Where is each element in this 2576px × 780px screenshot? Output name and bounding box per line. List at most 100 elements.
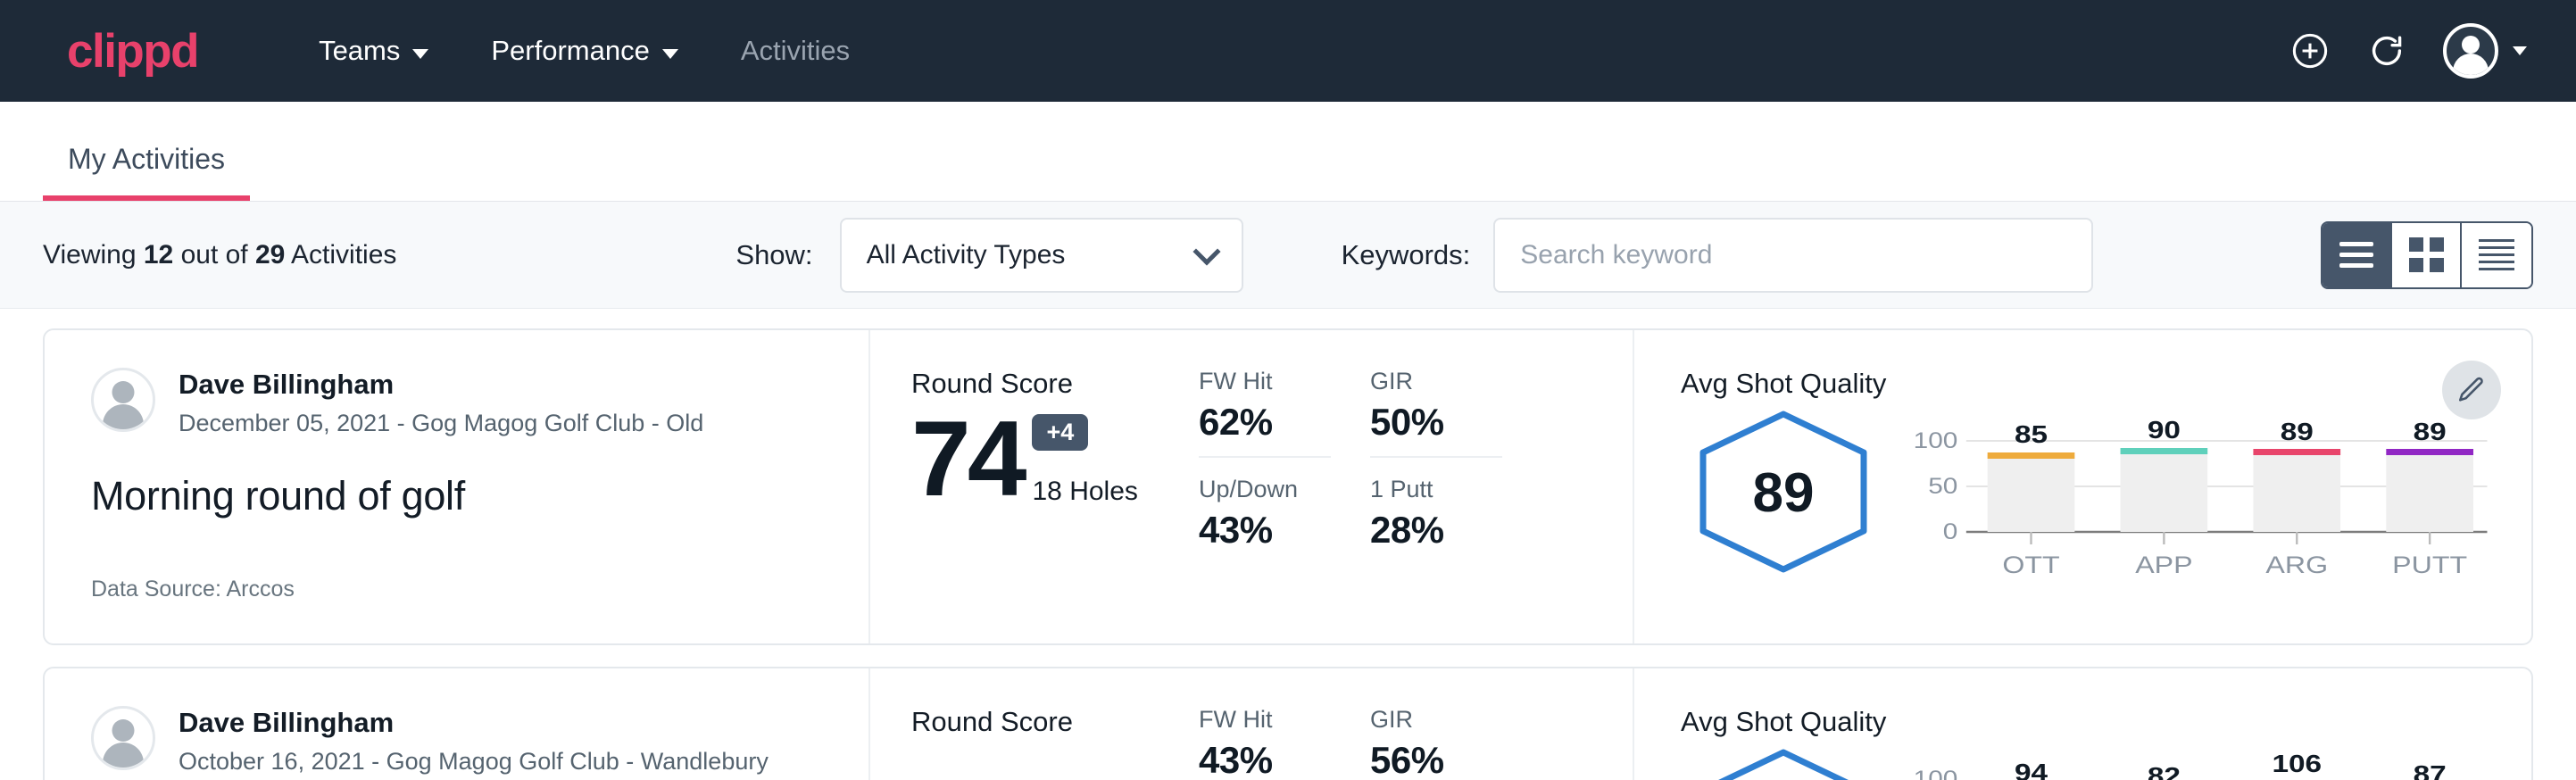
shot-quality-bar-chart: 100 94 82 106 87 [1886,742,2496,780]
avg-shot-quality-value: 89 [1753,462,1815,524]
nav-item-activities[interactable]: Activities [710,35,881,67]
stat-up-down-label: Up/Down [1199,476,1331,503]
chevron-down-icon [1192,237,1220,265]
viewing-middle: out of [173,240,255,270]
keywords-label: Keywords: [1342,239,1471,271]
view-mode-compact-button[interactable] [2462,223,2531,287]
bar-putt-value: 87 [2414,760,2447,780]
view-mode-toggle-group [2321,221,2533,289]
bar-app-value: 82 [2148,762,2181,780]
round-score-value-row: 74 +4 18 Holes [911,405,1199,512]
avg-shot-quality-column: Avg Shot Quality 100 94 82 [1633,668,2531,780]
keyword-filter-group: Keywords: [1342,218,2094,293]
bar-arg-label: ARG [2265,552,2328,578]
round-stats-column: FW Hit 43% GIR 56% [1199,668,1633,780]
account-menu[interactable] [2443,23,2527,79]
tab-bar: My Activities [0,102,2576,202]
stat-fw-hit-value: 62% [1199,401,1331,444]
avatar [91,706,155,770]
avg-shot-quality-heading: Avg Shot Quality [1681,706,2496,738]
plus-circle-icon[interactable] [2289,30,2331,71]
ytick-100: 100 [1914,427,1958,452]
round-score-column: Round Score 74 +4 18 Holes [870,330,1199,643]
stat-gir-value: 56% [1370,739,1502,780]
hexagon-badge-icon: 89 [1694,409,1873,575]
hexagon-badge-icon [1694,747,1873,780]
stat-up-down: Up/Down 43% [1199,458,1331,552]
nav-item-performance[interactable]: Performance [460,35,709,67]
bar-ott-value: 94 [2015,759,2048,780]
nav-item-teams-label: Teams [319,35,400,67]
ytick-100: 100 [1914,766,1958,780]
activity-summary-column: Dave Billingham December 05, 2021 - Gog … [45,330,870,643]
clippd-logo[interactable]: clippd [67,28,198,75]
stat-gir-label: GIR [1370,706,1502,734]
tab-my-activities[interactable]: My Activities [43,143,250,201]
bar-chart-svg: 100 50 0 85 OTT [1900,411,2496,585]
viewing-count: 12 [144,240,173,270]
holes-played-label: 18 Holes [1032,477,1137,507]
viewing-suffix: Activities [285,240,396,270]
refresh-icon[interactable] [2366,30,2407,71]
viewing-prefix: Viewing [43,240,144,270]
nav-item-performance-label: Performance [491,35,649,67]
ytick-0: 0 [1943,519,1958,544]
score-to-par-badge: +4 [1032,414,1088,451]
pencil-icon [2456,375,2487,405]
bar-putt-label: PUTT [2392,552,2467,578]
activity-card[interactable]: Dave Billingham December 05, 2021 - Gog … [43,328,2533,645]
top-navigation-bar: clippd Teams Performance Activities [0,0,2576,102]
activity-card[interactable]: Dave Billingham October 16, 2021 - Gog M… [43,667,2533,780]
activity-card-list: Dave Billingham December 05, 2021 - Gog … [0,309,2576,780]
bar-putt: 87 [2414,760,2447,780]
round-score-heading: Round Score [911,368,1199,400]
activity-author: Dave Billingham October 16, 2021 - Gog M… [91,706,826,776]
search-input[interactable] [1493,218,2093,293]
stat-gir: GIR 50% [1370,368,1502,458]
activity-type-select-value: All Activity Types [867,240,1197,270]
round-score-value: 74 [911,405,1023,512]
stat-one-putt-value: 28% [1370,509,1502,552]
ytick-50: 50 [1928,473,1957,498]
bar-chart-svg: 100 94 82 106 87 [1900,749,2496,780]
avg-shot-quality-hexagon: 89 [1681,403,1886,575]
bar-ott-label: OTT [2002,552,2059,578]
chevron-down-icon [412,49,428,59]
stat-up-down-value: 43% [1199,509,1331,552]
round-score-heading: Round Score [911,706,1199,738]
stat-fw-hit: FW Hit 43% [1199,706,1331,780]
stat-fw-hit-label: FW Hit [1199,368,1331,395]
round-score-column: Round Score [870,668,1199,780]
nav-actions [2289,23,2527,79]
stat-one-putt: 1 Putt 28% [1370,458,1502,552]
view-mode-list-button[interactable] [2323,223,2392,287]
activity-author: Dave Billingham December 05, 2021 - Gog … [91,368,826,437]
stat-fw-hit-value: 43% [1199,739,1331,780]
nav-item-teams[interactable]: Teams [287,35,460,67]
grid-icon [2409,237,2444,272]
list-icon [2339,242,2373,268]
bar-arg: 106 [2253,750,2340,780]
activity-title: Morning round of golf [91,473,826,519]
author-name: Dave Billingham [179,706,769,741]
edit-activity-button[interactable] [2442,361,2501,419]
stat-one-putt-label: 1 Putt [1370,476,1502,503]
stat-gir-label: GIR [1370,368,1502,395]
nav-item-activities-label: Activities [741,35,850,67]
stat-fw-hit-label: FW Hit [1199,706,1331,734]
activity-type-select[interactable]: All Activity Types [840,218,1243,293]
viewing-total: 29 [255,240,285,270]
bar-arg-value: 106 [2272,750,2322,778]
avg-shot-quality-hexagon [1681,742,1886,780]
view-mode-grid-button[interactable] [2392,223,2462,287]
activity-meta: October 16, 2021 - Gog Magog Golf Club -… [179,748,769,776]
bar-putt-value: 89 [2414,418,2447,446]
bar-app-value: 90 [2148,416,2181,444]
bar-app: 82 [2148,762,2181,780]
stat-gir-value: 50% [1370,401,1502,444]
bar-ott: 94 [2015,759,2048,780]
bar-app-label: APP [2135,552,2192,578]
avg-shot-quality-column: Avg Shot Quality 89 100 [1633,330,2531,643]
chevron-down-icon [2513,46,2527,55]
activity-meta: December 05, 2021 - Gog Magog Golf Club … [179,410,703,437]
